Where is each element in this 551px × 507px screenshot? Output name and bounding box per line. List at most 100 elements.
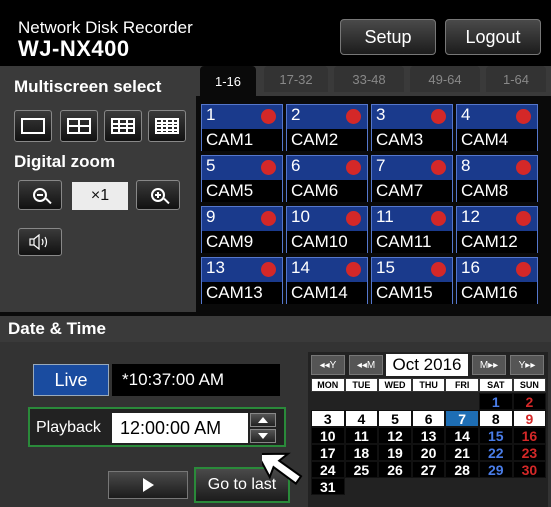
calendar-day[interactable]: 17 — [311, 444, 345, 461]
recording-indicator-icon — [261, 262, 276, 277]
9-screen-icon — [111, 118, 135, 134]
calendar-day[interactable]: 11 — [344, 427, 379, 444]
zoom-in-icon — [151, 188, 165, 202]
camera-tile[interactable]: 6 CAM6 — [286, 155, 368, 202]
calendar-day[interactable]: 30 — [512, 461, 547, 478]
camera-name: CAM15 — [372, 282, 452, 304]
prev-year-button[interactable]: ◂◂Y — [311, 355, 345, 375]
calendar-day[interactable]: 2 — [512, 393, 547, 410]
calendar-day[interactable]: 27 — [411, 461, 446, 478]
camera-number: 14 — [291, 258, 310, 277]
calendar-day[interactable]: 5 — [378, 410, 412, 427]
time-up-button[interactable] — [250, 413, 276, 427]
live-button[interactable]: Live — [33, 364, 109, 396]
multiscreen-title: Multiscreen select — [14, 77, 162, 96]
calendar-day[interactable]: 16 — [512, 427, 547, 444]
setup-button[interactable]: Setup — [340, 19, 436, 55]
calendar-day[interactable]: 1 — [479, 393, 513, 410]
calendar-day[interactable]: 7 — [445, 410, 479, 427]
recording-indicator-icon — [516, 160, 531, 175]
brand-name: Network Disk Recorder — [18, 18, 193, 37]
camera-tile[interactable]: 10 CAM10 — [286, 206, 368, 253]
calendar-day[interactable]: 18 — [344, 444, 379, 461]
tab-49-64[interactable]: 49-64 — [410, 66, 480, 92]
logout-button[interactable]: Logout — [445, 19, 541, 55]
camera-name: CAM6 — [287, 180, 367, 202]
camera-tile[interactable]: 3 CAM3 — [371, 104, 453, 151]
audio-button[interactable] — [18, 228, 62, 256]
camera-tile[interactable]: 7 CAM7 — [371, 155, 453, 202]
calendar-day[interactable]: 19 — [378, 444, 412, 461]
calendar-day[interactable]: 20 — [411, 444, 446, 461]
calendar-day[interactable]: 28 — [445, 461, 479, 478]
speaker-icon — [29, 234, 48, 250]
camera-tile[interactable]: 13 CAM13 — [201, 257, 283, 304]
camera-number: 2 — [291, 105, 301, 124]
recording-indicator-icon — [261, 109, 276, 124]
camera-tile[interactable]: 15 CAM15 — [371, 257, 453, 304]
camera-number: 6 — [291, 156, 301, 175]
camera-tile[interactable]: 1 CAM1 — [201, 104, 283, 151]
tab-1-64[interactable]: 1-64 — [486, 66, 546, 92]
calendar-day[interactable]: 26 — [378, 461, 412, 478]
tab-1-16[interactable]: 1-16 — [200, 66, 256, 96]
calendar-day[interactable]: 9 — [512, 410, 547, 427]
calendar-day[interactable]: 13 — [411, 427, 446, 444]
camera-tile[interactable]: 11 CAM11 — [371, 206, 453, 253]
layout-16-button[interactable] — [148, 110, 186, 142]
4-screen-icon — [67, 118, 91, 134]
calendar-day[interactable]: 29 — [479, 461, 513, 478]
calendar-day[interactable]: 21 — [445, 444, 479, 461]
camera-number: 7 — [376, 156, 386, 175]
play-button[interactable] — [108, 471, 188, 499]
camera-tile[interactable]: 2 CAM2 — [286, 104, 368, 151]
weekday-header: THU — [411, 378, 446, 392]
prev-month-button[interactable]: ◂◂M — [349, 355, 383, 375]
camera-name: CAM7 — [372, 180, 452, 202]
calendar-day[interactable]: 31 — [311, 478, 345, 495]
recording-indicator-icon — [431, 160, 446, 175]
calendar-day[interactable]: 14 — [445, 427, 479, 444]
calendar-day[interactable]: 12 — [378, 427, 412, 444]
camera-tile[interactable]: 4 CAM4 — [456, 104, 538, 151]
camera-name: CAM16 — [457, 282, 537, 304]
layout-4-button[interactable] — [60, 110, 98, 142]
calendar-day[interactable]: 6 — [411, 410, 446, 427]
weekday-header: FRI — [445, 378, 479, 392]
recording-indicator-icon — [431, 211, 446, 226]
next-year-button[interactable]: Y▸▸ — [510, 355, 544, 375]
calendar-day[interactable]: 4 — [344, 410, 379, 427]
layout-9-button[interactable] — [104, 110, 142, 142]
camera-tile[interactable]: 12 CAM12 — [456, 206, 538, 253]
camera-tile[interactable]: 8 CAM8 — [456, 155, 538, 202]
tab-33-48[interactable]: 33-48 — [334, 66, 404, 92]
chevron-up-icon — [258, 417, 268, 423]
calendar-day[interactable]: 10 — [311, 427, 345, 444]
calendar-day[interactable]: 24 — [311, 461, 345, 478]
recording-indicator-icon — [261, 211, 276, 226]
zoom-out-button[interactable] — [18, 180, 62, 210]
calendar-day[interactable]: 23 — [512, 444, 547, 461]
chevron-down-icon — [258, 433, 268, 439]
playback-time-input[interactable]: 12:00:00 AM — [112, 413, 248, 443]
camera-name: CAM9 — [202, 231, 282, 253]
zoom-in-button[interactable] — [136, 180, 180, 210]
digital-zoom-title: Digital zoom — [14, 152, 116, 171]
camera-tile[interactable]: 14 CAM14 — [286, 257, 368, 304]
camera-tile[interactable]: 16 CAM16 — [456, 257, 538, 304]
play-icon — [142, 478, 154, 492]
calendar-day[interactable]: 25 — [344, 461, 379, 478]
calendar-day[interactable]: 3 — [311, 410, 345, 427]
camera-name: CAM3 — [372, 129, 452, 151]
layout-1-button[interactable] — [14, 110, 52, 142]
tab-17-32[interactable]: 17-32 — [264, 66, 328, 92]
calendar-day[interactable]: 8 — [479, 410, 513, 427]
camera-tile[interactable]: 5 CAM5 — [201, 155, 283, 202]
camera-tile[interactable]: 9 CAM9 — [201, 206, 283, 253]
camera-name: CAM5 — [202, 180, 282, 202]
calendar-day[interactable]: 15 — [479, 427, 513, 444]
calendar-day[interactable]: 22 — [479, 444, 513, 461]
next-month-button[interactable]: M▸▸ — [472, 355, 506, 375]
recording-indicator-icon — [346, 211, 361, 226]
camera-number: 15 — [376, 258, 395, 277]
